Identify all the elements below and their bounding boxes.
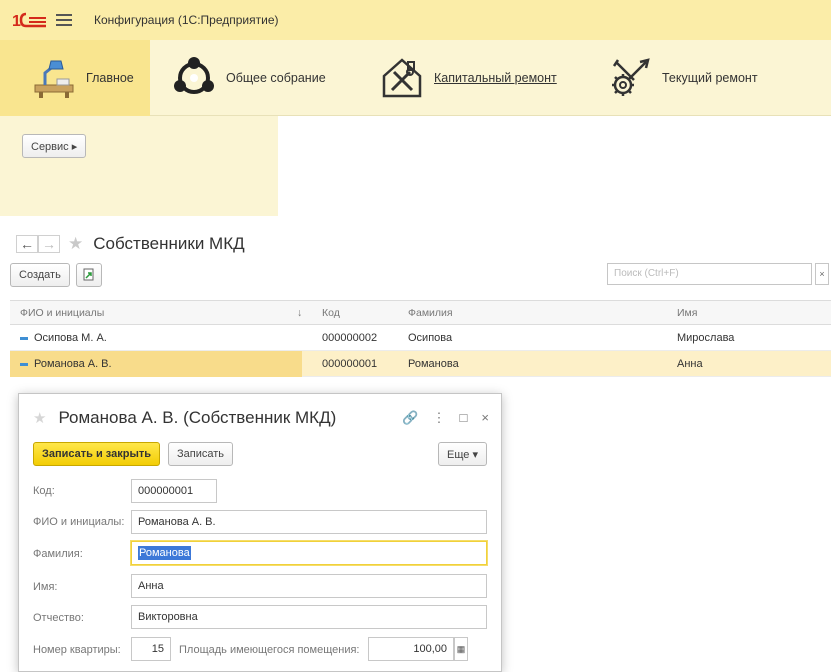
lastname-label: Фамилия: [33,548,83,560]
patronymic-field[interactable]: Викторовна [131,605,487,629]
dialog-window-controls: 🔗 ⋮ □ × [402,410,489,426]
fio-field[interactable]: Романова А. В. [131,510,487,534]
firstname-field[interactable]: Анна [131,574,487,598]
row-firstname: Анна [677,358,703,370]
back-arrow-icon[interactable]: ← [16,235,38,253]
gear-tools-icon [604,52,656,104]
sections-bar: Главное Общее собрание Капитальный ремон… [0,40,831,116]
desk-lamp-icon [28,52,80,104]
more-vertical-icon[interactable]: ⋮ [433,410,446,426]
row-fio: Осипова М. А. [34,332,107,344]
section-current-repair[interactable]: Текущий ремонт [604,40,758,116]
link-icon[interactable]: 🔗 [402,410,418,426]
list-toolbar: Создать [10,263,102,287]
owner-dialog: ★ Романова А. В. (Собственник МКД) 🔗 ⋮ □… [18,393,502,672]
save-button[interactable]: Записать [168,442,234,466]
dialog-toolbar: Записать и закрыть Записать [33,442,234,466]
sort-down-icon[interactable]: ↓ [297,307,302,319]
save-and-close-button[interactable]: Записать и закрыть [33,442,161,466]
svg-text:1: 1 [12,13,21,30]
patronymic-label: Отчество: [33,612,84,624]
row-code: 000000001 [322,358,378,370]
favorite-star-icon[interactable]: ★ [68,234,83,254]
row-marker-icon [20,336,28,340]
lastname-field[interactable]: Романова [131,541,487,565]
page-title: Собственники МКД [93,234,245,253]
people-group-icon [168,52,220,104]
service-button[interactable]: Сервис ▸ [22,134,87,158]
owners-table: ФИО и инициалы ↓ Код Фамилия Имя Осипова… [10,300,831,377]
column-fio[interactable]: ФИО и инициалы [20,307,104,319]
more-button[interactable]: Еще ▾ [438,442,487,466]
calculator-icon[interactable]: ▦ [454,637,468,661]
app-title: Конфигурация (1С:Предприятие) [94,13,279,27]
table-header: ФИО и инициалы ↓ Код Фамилия Имя [10,300,831,325]
create-button[interactable]: Создать [10,263,70,287]
table-row[interactable]: Осипова М. А. 000000002 Осипова Мирослав… [10,325,831,351]
row-fio-cell: Романова А. В. [20,358,112,370]
house-tools-icon [376,52,428,104]
row-lastname: Романова [408,358,459,370]
copy-icon [83,268,94,281]
apartment-label: Номер квартиры: [33,644,121,656]
section-main-label: Главное [86,71,134,85]
table-row-selected[interactable]: Романова А. В. 000000001 Романова Анна [10,351,831,377]
favorite-star-icon[interactable]: ★ [33,409,46,427]
section-current-repair-label: Текущий ремонт [662,71,758,85]
maximize-icon[interactable]: □ [460,410,468,426]
lastname-selected-text: Романова [138,546,191,560]
row-firstname: Мирослава [677,332,735,344]
code-label: Код: [33,485,55,497]
section-general-meeting-label: Общее собрание [226,71,326,85]
row-marker-icon [20,362,28,366]
function-panel: Сервис ▸ [0,116,278,216]
search-clear-icon[interactable]: × [815,263,829,285]
row-fio: Романова А. В. [34,358,112,370]
row-fio-cell: Осипова М. А. [20,332,107,344]
fio-label: ФИО и инициалы: [33,516,125,528]
search-input[interactable]: Поиск (Ctrl+F) [607,263,812,285]
code-field[interactable]: 000000001 [131,479,217,503]
column-firstname[interactable]: Имя [677,307,697,319]
section-main[interactable]: Главное [0,40,150,116]
dialog-title: Романова А. В. (Собственник МКД) [58,408,337,427]
row-lastname: Осипова [408,332,453,344]
list-header: ← → ★ Собственники МКД [16,232,245,256]
forward-arrow-icon[interactable]: → [38,235,60,253]
title-bar: 1 Конфигурация (1С:Предприятие) [0,0,831,40]
row-code: 000000002 [322,332,378,344]
copy-button[interactable] [75,263,102,287]
area-label: Площадь имеющегося помещения: [179,644,360,656]
1c-logo-icon: 1 [12,9,52,31]
apartment-field[interactable]: 15 [131,637,171,661]
section-capital-repair-label: Капитальный ремонт [434,71,557,85]
main-menu-icon[interactable] [56,9,78,31]
area-field[interactable]: 100,00 [368,637,454,661]
column-lastname[interactable]: Фамилия [408,307,453,319]
section-capital-repair[interactable]: Капитальный ремонт [376,40,557,116]
section-general-meeting[interactable]: Общее собрание [168,40,326,116]
firstname-label: Имя: [33,581,58,593]
column-code[interactable]: Код [322,307,340,319]
close-icon[interactable]: × [481,410,489,426]
dialog-header: ★ Романова А. В. (Собственник МКД) [33,408,336,428]
